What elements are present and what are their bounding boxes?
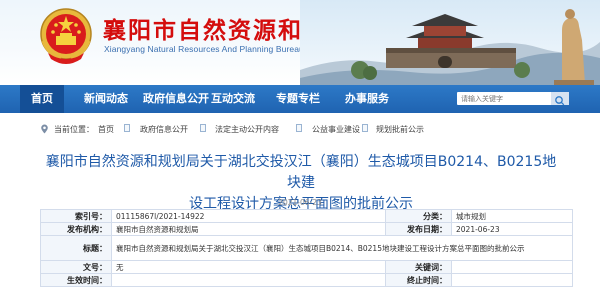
banner-scenery-image xyxy=(300,0,600,85)
category-label: 分类： xyxy=(385,209,452,223)
title-value: 襄阳市自然资源和规划局关于湖北交投汉江（襄阳）生态城项目B0214、B0215地… xyxy=(111,235,573,261)
article-date: 2021-06-23 xyxy=(278,198,322,207)
search-icon xyxy=(555,96,565,106)
title-label: 标题： xyxy=(40,235,112,261)
docno-label: 文号： xyxy=(40,260,112,274)
breadcrumb-separator xyxy=(124,124,130,132)
breadcrumb-prefix: 当前位置： xyxy=(54,125,94,134)
breadcrumb: 当前位置： 首页 政府信息公开 法定主动公开内容 公益事业建设 规划批前公示 xyxy=(0,121,600,139)
site-subtitle: Xiangyang Natural Resources And Planning… xyxy=(104,44,304,54)
pubdate-value: 2021-06-23 xyxy=(451,222,573,236)
breadcrumb-item-statutory[interactable]: 法定主动公开内容 xyxy=(215,124,279,135)
search-button[interactable] xyxy=(551,92,569,106)
table-row: 索引号： 01115867l/2021-14922 分类： 城市规划 xyxy=(40,209,573,223)
publisher-label: 发布机构： xyxy=(40,222,112,236)
table-row: 生效时间： 终止时间： xyxy=(40,273,573,287)
effective-value xyxy=(111,273,386,287)
expire-value xyxy=(451,273,573,287)
docno-value: 无 xyxy=(111,260,386,274)
search-input[interactable] xyxy=(457,92,545,105)
breadcrumb-item-planning[interactable]: 规划批前公示 xyxy=(376,124,424,135)
breadcrumb-separator xyxy=(200,124,206,132)
site-banner: 襄阳市自然资源和规划局 Xiangyang Natural Resources … xyxy=(0,0,600,85)
index-value: 01115867l/2021-14922 xyxy=(111,209,386,223)
effective-label: 生效时间： xyxy=(40,273,112,287)
expire-label: 终止时间： xyxy=(385,273,452,287)
keyword-value xyxy=(451,260,573,274)
breadcrumb-separator xyxy=(296,124,302,132)
location-pin-icon xyxy=(41,124,48,134)
nav-item-special[interactable]: 专题专栏 xyxy=(269,85,327,113)
keyword-label: 关键词： xyxy=(385,260,452,274)
article-title-line1: 襄阳市自然资源和规划局关于湖北交投汉江（襄阳）生态城项目B0214、B0215地… xyxy=(45,154,557,191)
table-row: 标题： 襄阳市自然资源和规划局关于湖北交投汉江（襄阳）生态城项目B0214、B0… xyxy=(40,235,573,261)
table-row: 文号： 无 关键词： xyxy=(40,260,573,274)
search-box xyxy=(457,92,569,106)
publisher-value: 襄阳市自然资源和规划局 xyxy=(111,222,386,236)
nav-item-news[interactable]: 新闻动态 xyxy=(78,85,134,113)
index-label: 索引号： xyxy=(40,209,112,223)
table-row: 发布机构： 襄阳市自然资源和规划局 发布日期： 2021-06-23 xyxy=(40,222,573,236)
breadcrumb-item-gov-info[interactable]: 政府信息公开 xyxy=(140,124,188,135)
nav-item-services[interactable]: 办事服务 xyxy=(336,85,398,113)
info-table: 索引号： 01115867l/2021-14922 分类： 城市规划 发布机构：… xyxy=(40,209,573,287)
nav-item-home[interactable]: 首页 xyxy=(20,85,64,113)
breadcrumb-item-home[interactable]: 首页 xyxy=(98,124,114,135)
nav-item-interaction[interactable]: 互动交流 xyxy=(204,85,262,113)
category-value: 城市规划 xyxy=(451,209,573,223)
breadcrumb-separator xyxy=(362,124,368,132)
breadcrumb-item-public-welfare[interactable]: 公益事业建设 xyxy=(312,124,360,135)
pubdate-label: 发布日期： xyxy=(385,222,452,236)
national-emblem-icon xyxy=(40,8,92,64)
